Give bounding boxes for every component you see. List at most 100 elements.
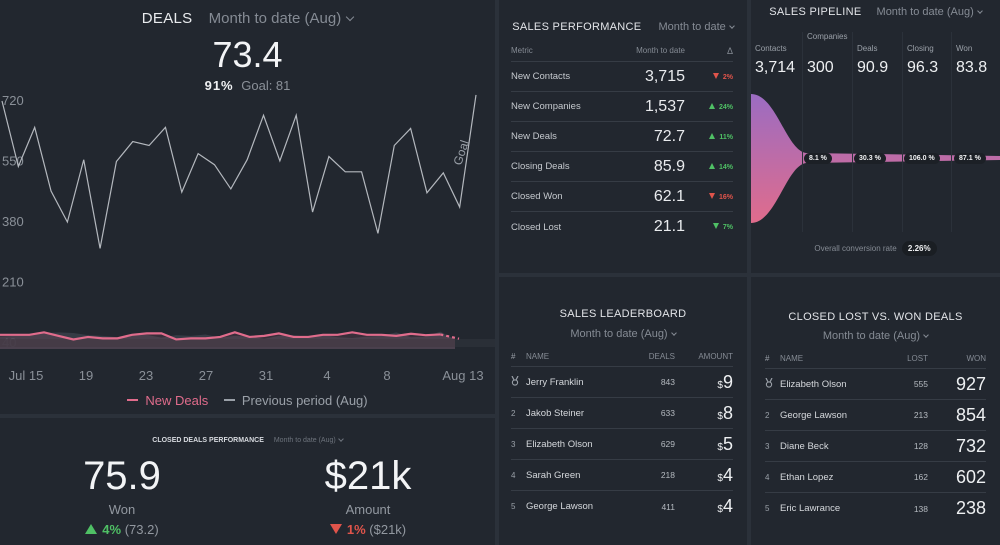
sales-leaderboard-title: SALES LEADERBOARD xyxy=(559,308,687,320)
table-row[interactable]: 3 Diane Beck 128 732 xyxy=(765,431,986,462)
legend-item-new-deals[interactable]: New Deals xyxy=(127,393,208,408)
kpi-won: 75.9 Won 4% (73.2) xyxy=(22,454,222,537)
lost-count: 555 xyxy=(913,379,928,389)
sales-performance-header: SALES PERFORMANCE Month to date xyxy=(499,21,747,33)
stage-label: Deals xyxy=(857,44,878,53)
arrow-down-icon xyxy=(712,72,719,79)
rank: 2 xyxy=(765,410,770,420)
overall-conversion: Overall conversion rate 2.26% xyxy=(751,241,1000,256)
period-label: Month to date (Aug) xyxy=(570,328,668,340)
table-row[interactable]: 5 Eric Lawrance 138 238 xyxy=(765,493,986,524)
deal-amount: $4 xyxy=(683,496,733,517)
metric-delta: 14% xyxy=(685,162,733,171)
stage-value: 90.9 xyxy=(857,59,889,76)
x-tick-label: 4 xyxy=(323,368,330,383)
pipeline-stage-companies: Companies 300 xyxy=(802,32,852,232)
goal-annotation: Goal xyxy=(451,138,472,166)
metric-delta: 7% xyxy=(685,223,733,231)
table-row: Closing Deals 85.9 14% xyxy=(511,152,733,182)
metric-name: New Deals xyxy=(511,131,557,142)
lost-count: 162 xyxy=(913,472,928,482)
table-row: Closed Won 62.1 16% xyxy=(511,182,733,212)
metric-value: 21.1 xyxy=(653,218,685,235)
x-tick-label: Jul 15 xyxy=(9,368,44,383)
conversion-badge: 8.1 % xyxy=(804,153,832,164)
period-label: Month to date (Aug) xyxy=(273,437,336,444)
legend-item-previous-period[interactable]: Previous period (Aug) xyxy=(223,393,368,408)
legend-label: New Deals xyxy=(145,392,209,408)
kpi-amount-value: $21k xyxy=(324,454,412,498)
table-row[interactable]: 4 Sarah Green 218 $4 xyxy=(511,460,733,491)
rank xyxy=(511,375,526,388)
sales-performance-period-dropdown[interactable]: Month to date xyxy=(658,21,735,33)
kpi-won-value: 75.9 xyxy=(83,454,161,498)
column-rank: # xyxy=(765,354,770,363)
table-row[interactable]: 2 George Lawson 213 854 xyxy=(765,400,986,431)
kpi-won-label: Won xyxy=(108,502,136,517)
sales-pipeline-header: SALES PIPELINE Month to date (Aug) xyxy=(751,6,1000,18)
lost-vs-won-period-dropdown[interactable]: Month to date (Aug) xyxy=(751,330,1000,342)
table-row[interactable]: 2 Jakob Steiner 633 $8 xyxy=(511,398,733,429)
table-row[interactable]: 3 Elizabeth Olson 629 $5 xyxy=(511,429,733,460)
metric-name: Closed Lost xyxy=(511,221,562,233)
table-row[interactable]: 4 Ethan Lopez 162 602 xyxy=(765,462,986,493)
conversion-badge: 30.3 % xyxy=(854,153,886,164)
column-deals: DEALS xyxy=(648,352,675,361)
amount-value: 4 xyxy=(722,496,733,516)
rank: 5 xyxy=(511,502,516,511)
overall-conversion-value: 2.26% xyxy=(901,241,937,256)
rank: 4 xyxy=(511,470,516,480)
stage-value: 83.8 xyxy=(956,59,988,76)
column-lost: LOST xyxy=(907,354,928,363)
metric-delta: 2% xyxy=(685,72,733,81)
chevron-down-icon xyxy=(345,12,355,22)
sales-pipeline-panel: SALES PIPELINE Month to date (Aug) Conta… xyxy=(751,0,1000,273)
rank: 5 xyxy=(765,504,770,513)
column-won: WON xyxy=(966,354,986,363)
x-tick-label: Aug 13 xyxy=(442,368,483,383)
x-tick-label: 8 xyxy=(383,368,390,383)
rank xyxy=(765,377,780,390)
column-amount: AMOUNT xyxy=(698,352,733,361)
metric-name: Closed Won xyxy=(511,191,563,202)
table-row[interactable]: Elizabeth Olson 555 927 xyxy=(765,369,986,400)
arrow-down-icon xyxy=(708,192,715,199)
rep-name: Jerry Franklin xyxy=(526,376,584,388)
change-percent: 1% xyxy=(346,522,366,537)
deals-panel: 72055038021040Jul 151923273148Aug 13Goal… xyxy=(0,0,495,414)
won-count: 854 xyxy=(955,404,986,425)
stage-value: 300 xyxy=(807,59,834,76)
delta-value: 14% xyxy=(718,163,733,171)
sales-leaderboard-period-dropdown[interactable]: Month to date (Aug) xyxy=(499,328,747,340)
metric-delta: 24% xyxy=(685,102,733,111)
x-tick-label: 23 xyxy=(139,368,153,383)
y-tick-label: 210 xyxy=(2,275,24,290)
lost-vs-won-table: # NAME LOST WON Elizabeth Olson 555 927 2 Ge… xyxy=(765,354,986,524)
lost-count: 138 xyxy=(913,503,928,514)
medal-icon xyxy=(511,375,519,386)
chart-legend: New Deals Previous period (Aug) xyxy=(0,389,495,408)
rep-name: George Lawson xyxy=(526,501,594,512)
metric-value: 62.1 xyxy=(653,187,685,205)
deal-count: 218 xyxy=(660,470,675,480)
closed-deals-title: CLOSED DEALS PERFORMANCE xyxy=(152,437,264,444)
rep-name: Diane Beck xyxy=(780,440,829,452)
deal-count: 411 xyxy=(661,501,675,512)
x-tick-label: 19 xyxy=(79,368,93,383)
sales-leaderboard-table: # NAME DEALS AMOUNT Jerry Franklin 843 $9 2… xyxy=(511,352,733,522)
sales-pipeline-period-dropdown[interactable]: Month to date (Aug) xyxy=(877,6,983,18)
rank: 2 xyxy=(511,408,516,418)
table-row[interactable]: 5 George Lawson 411 $4 xyxy=(511,491,733,522)
deals-period-dropdown[interactable]: Month to date (Aug) xyxy=(209,10,355,27)
deals-goal: 91% Goal: 81 xyxy=(0,78,495,93)
table-row[interactable]: Jerry Franklin 843 $9 xyxy=(511,367,733,398)
chevron-down-icon xyxy=(728,23,735,29)
stage-label: Closing xyxy=(907,44,934,53)
stage-value: 96.3 xyxy=(907,59,939,76)
previous-value: ($21k) xyxy=(369,522,407,537)
arrow-down-icon xyxy=(329,524,342,534)
kpi-amount-change: 1% ($21k) xyxy=(268,522,468,537)
closed-deals-period-dropdown[interactable]: Month to date (Aug) xyxy=(273,436,344,444)
closed-deals-header: CLOSED DEALS PERFORMANCE Month to date (… xyxy=(0,436,495,444)
y-tick-label: 720 xyxy=(2,93,24,108)
